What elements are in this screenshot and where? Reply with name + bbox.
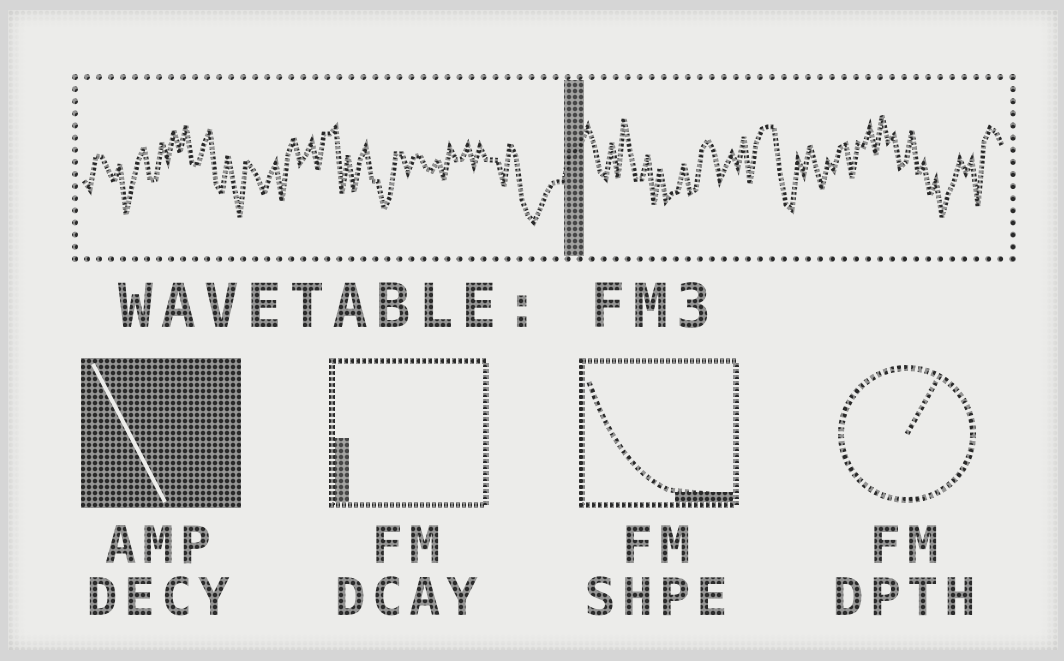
waveform-display: [72, 74, 1016, 262]
waveform-graph: [81, 80, 1005, 256]
param-label-line2: DPTH: [832, 568, 982, 628]
param-label-line1: FM: [371, 516, 447, 576]
wavetable-prefix: WAVETABLE:: [118, 270, 548, 342]
param-fm-decay[interactable]: FM DCAY: [324, 358, 494, 624]
param-label-line1: FM: [869, 516, 945, 576]
param-label-line1: FM: [621, 516, 697, 576]
param-label-line2: SHPE: [584, 568, 734, 628]
wavetable-label: WAVETABLE: FM3: [118, 270, 719, 341]
param-fm-depth[interactable]: FM DPTH: [822, 358, 992, 624]
playhead-marker: [564, 80, 584, 256]
param-label-line1: AMP: [105, 516, 217, 576]
depth-knob-icon: [827, 358, 987, 508]
wavetable-name: FM3: [590, 270, 719, 342]
param-label-line2: DCAY: [334, 568, 484, 628]
shape-curve-icon: [579, 358, 739, 508]
param-label-line2: DECY: [86, 568, 236, 628]
waveform-trace: [81, 115, 1005, 227]
decay-ramp-icon: [81, 358, 241, 508]
lcd-screen: WAVETABLE: FM3 AMP DECY FM DCAY FM SHPE …: [8, 10, 1058, 650]
decay-level-icon: [329, 358, 489, 508]
param-fm-shape[interactable]: FM SHPE: [574, 358, 744, 624]
param-amp-decay[interactable]: AMP DECY: [76, 358, 246, 624]
